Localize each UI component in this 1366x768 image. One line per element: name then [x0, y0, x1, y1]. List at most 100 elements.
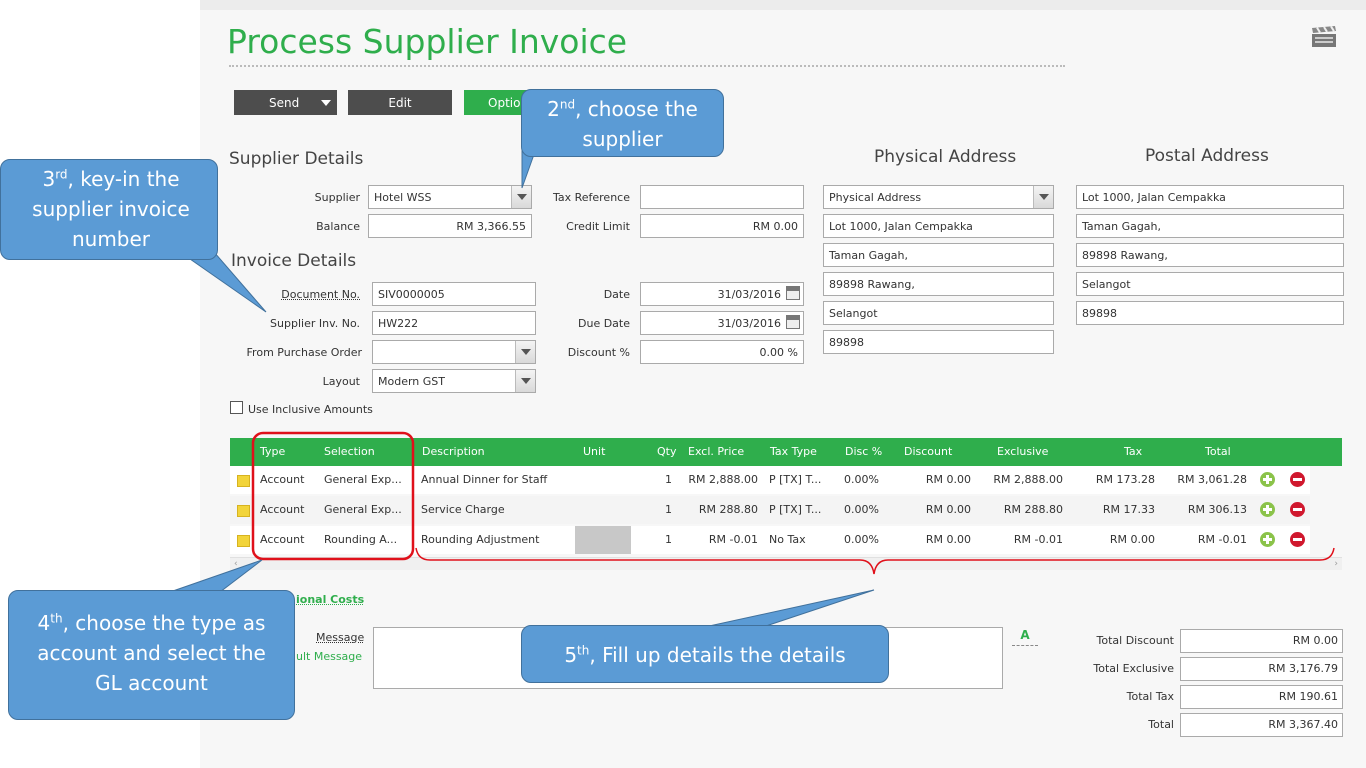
calendar-icon[interactable] [786, 315, 800, 329]
row-selection[interactable]: General Exp... [324, 496, 402, 524]
chevron-down-icon[interactable] [515, 370, 535, 392]
row-qty[interactable]: 1 [650, 526, 672, 554]
add-row-icon[interactable] [1260, 532, 1275, 547]
row-excl-price[interactable]: RM 288.80 [670, 496, 758, 524]
row-selection[interactable]: Rounding A... [324, 526, 397, 554]
note-icon[interactable] [237, 535, 250, 547]
row-description[interactable]: Rounding Adjustment [421, 526, 539, 554]
discount-input[interactable]: 0.00 % [640, 340, 804, 364]
row-selection[interactable]: General Exp... [324, 466, 402, 494]
purchase-order-select[interactable] [372, 340, 536, 364]
supplier-inv-no-input[interactable]: HW222 [372, 311, 536, 335]
col-exclusive[interactable]: Exclusive [997, 438, 1048, 466]
chevron-down-icon[interactable] [511, 186, 531, 208]
send-button[interactable]: Send [234, 90, 337, 115]
spell-check-button[interactable]: A [1012, 628, 1038, 646]
physical-address-line[interactable]: 89898 [823, 330, 1054, 354]
date-input[interactable]: 31/03/2016 [640, 282, 804, 306]
row-tax-type[interactable]: P [TX] T... [769, 496, 821, 524]
row-description[interactable]: Annual Dinner for Staff [421, 466, 547, 494]
table-row[interactable]: Account General Exp... Service Charge 1 … [230, 496, 1310, 524]
tax-reference-input[interactable] [640, 185, 804, 209]
postal-address-line[interactable]: 89898 [1076, 301, 1344, 325]
table-row[interactable]: Account General Exp... Annual Dinner for… [230, 466, 1310, 494]
postal-address-line[interactable]: Lot 1000, Jalan Cempakka [1076, 185, 1344, 209]
physical-address-line[interactable]: Lot 1000, Jalan Cempakka [823, 214, 1054, 238]
row-total[interactable]: RM 3,061.28 [1160, 466, 1247, 494]
callout-step-2: 2nd, choose the supplier [521, 89, 724, 157]
col-qty[interactable]: Qty [657, 438, 676, 466]
inclusive-amounts-checkbox[interactable] [230, 401, 243, 414]
remove-row-icon[interactable] [1290, 472, 1305, 487]
physical-address-line[interactable]: Selangot [823, 301, 1054, 325]
chevron-right-icon[interactable]: › [1334, 559, 1338, 569]
add-row-icon[interactable] [1260, 472, 1275, 487]
address-type-value: Physical Address [829, 190, 922, 204]
row-total[interactable]: RM -0.01 [1160, 526, 1247, 554]
row-disc-pct[interactable]: 0.00% [844, 466, 879, 494]
row-type[interactable]: Account [260, 526, 304, 554]
row-excl-price[interactable]: RM -0.01 [670, 526, 758, 554]
remove-row-icon[interactable] [1290, 502, 1305, 517]
row-tax-type[interactable]: No Tax [769, 526, 806, 554]
chevron-left-icon[interactable]: ‹ [234, 559, 238, 569]
row-unit[interactable] [575, 526, 631, 554]
row-exclusive[interactable]: RM -0.01 [975, 526, 1063, 554]
edit-button[interactable]: Edit [348, 90, 452, 115]
col-description[interactable]: Description [422, 438, 485, 466]
address-type-select[interactable]: Physical Address [823, 185, 1054, 209]
credit-limit-input[interactable]: RM 0.00 [640, 214, 804, 238]
row-tax-type[interactable]: P [TX] T... [769, 466, 821, 494]
row-qty[interactable]: 1 [650, 466, 672, 494]
row-discount[interactable]: RM 0.00 [890, 466, 971, 494]
postal-address-line[interactable]: Taman Gagah, [1076, 214, 1344, 238]
col-type[interactable]: Type [260, 438, 285, 466]
row-type[interactable]: Account [260, 466, 304, 494]
physical-address-line[interactable]: 89898 Rawang, [823, 272, 1054, 296]
row-total[interactable]: RM 306.13 [1160, 496, 1247, 524]
col-disc-pct[interactable]: Disc % [845, 438, 882, 466]
col-tax-type[interactable]: Tax Type [770, 438, 817, 466]
document-no-label[interactable]: Document No. [236, 288, 360, 301]
total-exclusive-value: RM 3,176.79 [1180, 657, 1343, 681]
document-no-input[interactable]: SIV0000005 [372, 282, 536, 306]
row-excl-price[interactable]: RM 2,888.00 [670, 466, 758, 494]
row-discount[interactable]: RM 0.00 [890, 496, 971, 524]
physical-address-line[interactable]: Taman Gagah, [823, 243, 1054, 267]
col-unit[interactable]: Unit [583, 438, 605, 466]
layout-label: Layout [322, 375, 360, 388]
col-excl-price[interactable]: Excl. Price [688, 438, 744, 466]
col-tax[interactable]: Tax [1124, 438, 1142, 466]
row-tax[interactable]: RM 17.33 [1070, 496, 1155, 524]
chevron-down-icon[interactable] [1033, 186, 1053, 208]
col-selection[interactable]: Selection [324, 438, 375, 466]
add-row-icon[interactable] [1260, 502, 1275, 517]
supplier-inv-no-label: Supplier Inv. No. [270, 317, 360, 330]
clapperboard-icon[interactable] [1311, 26, 1337, 48]
note-icon[interactable] [237, 475, 250, 487]
postal-address-line[interactable]: Selangot [1076, 272, 1344, 296]
row-discount[interactable]: RM 0.00 [890, 526, 971, 554]
additional-costs-link[interactable]: ional Costs [296, 593, 364, 606]
row-disc-pct[interactable]: 0.00% [844, 496, 879, 524]
table-row[interactable]: Account Rounding A... Rounding Adjustmen… [230, 526, 1310, 554]
col-discount[interactable]: Discount [904, 438, 952, 466]
remove-row-icon[interactable] [1290, 532, 1305, 547]
row-exclusive[interactable]: RM 288.80 [975, 496, 1063, 524]
row-description[interactable]: Service Charge [421, 496, 505, 524]
supplier-select[interactable]: Hotel WSS [368, 185, 532, 209]
default-message-link[interactable]: ult Message [296, 650, 362, 663]
row-tax[interactable]: RM 173.28 [1070, 466, 1155, 494]
row-qty[interactable]: 1 [650, 496, 672, 524]
row-tax[interactable]: RM 0.00 [1070, 526, 1155, 554]
row-type[interactable]: Account [260, 496, 304, 524]
postal-address-line[interactable]: 89898 Rawang, [1076, 243, 1344, 267]
row-disc-pct[interactable]: 0.00% [844, 526, 879, 554]
col-total[interactable]: Total [1205, 438, 1231, 466]
note-icon[interactable] [237, 505, 250, 517]
calendar-icon[interactable] [786, 286, 800, 300]
row-exclusive[interactable]: RM 2,888.00 [975, 466, 1063, 494]
due-date-input[interactable]: 31/03/2016 [640, 311, 804, 335]
layout-select[interactable]: Modern GST [372, 369, 536, 393]
grid-horizontal-scrollbar[interactable]: ‹ › [230, 557, 1342, 570]
